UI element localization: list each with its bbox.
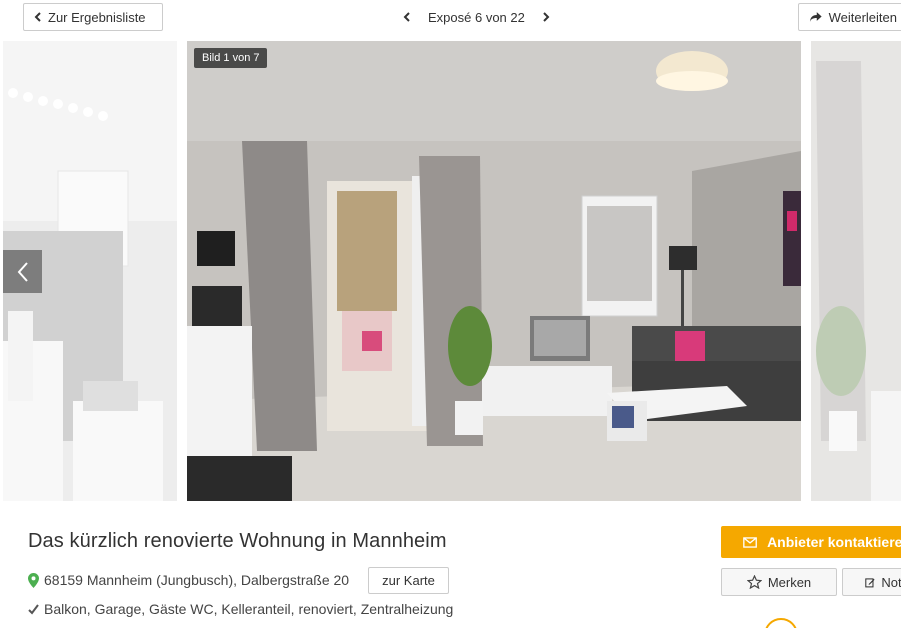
back-to-results-button[interactable]: Zur Ergebnisliste (23, 3, 163, 31)
note-label: Notiz (881, 574, 901, 590)
show-map-button[interactable]: zur Karte (368, 567, 449, 594)
chevron-left-icon (403, 12, 410, 22)
agent-avatar (764, 618, 798, 628)
image-gallery (0, 41, 901, 501)
pager-prev-button[interactable] (398, 8, 416, 26)
contact-provider-button[interactable]: Anbieter kontaktieren (721, 526, 901, 558)
envelope-icon (743, 536, 757, 548)
chevron-left-icon (34, 12, 41, 22)
image-counter: Bild 1 von 7 (194, 48, 268, 68)
share-label: Weiterleiten (828, 9, 897, 25)
listing-address: 68159 Mannheim (Jungbusch), Dalbergstraß… (28, 566, 349, 594)
contact-provider-label: Anbieter kontaktieren (767, 534, 901, 550)
chevron-left-icon (17, 261, 28, 282)
main-image[interactable] (187, 41, 801, 501)
save-listing-button[interactable]: Merken (721, 568, 837, 596)
listing-title: Das kürzlich renovierte Wohnung in Mannh… (28, 530, 447, 552)
star-icon (746, 575, 762, 589)
share-arrow-icon (809, 12, 822, 22)
pager-next-button[interactable] (537, 8, 555, 26)
edit-note-icon (865, 577, 875, 587)
save-listing-label: Merken (767, 574, 812, 590)
next-image[interactable] (811, 41, 901, 501)
check-icon (28, 603, 39, 615)
address-text: 68159 Mannheim (Jungbusch), Dalbergstraß… (44, 572, 350, 588)
expose-pager: Exposé 6 von 22 (398, 3, 555, 31)
back-to-results-label: Zur Ergebnisliste (48, 9, 146, 25)
share-button[interactable]: Weiterleiten (798, 3, 901, 31)
map-pin-icon (28, 572, 39, 588)
note-button[interactable]: Notiz (842, 568, 901, 596)
pager-label: Exposé 6 von 22 (428, 9, 525, 25)
features-text: Balkon, Garage, Gäste WC, Kelleranteil, … (44, 601, 454, 617)
gallery-prev-button[interactable] (3, 250, 42, 293)
chevron-right-icon (543, 12, 550, 22)
listing-features: Balkon, Garage, Gäste WC, Kelleranteil, … (28, 601, 453, 617)
